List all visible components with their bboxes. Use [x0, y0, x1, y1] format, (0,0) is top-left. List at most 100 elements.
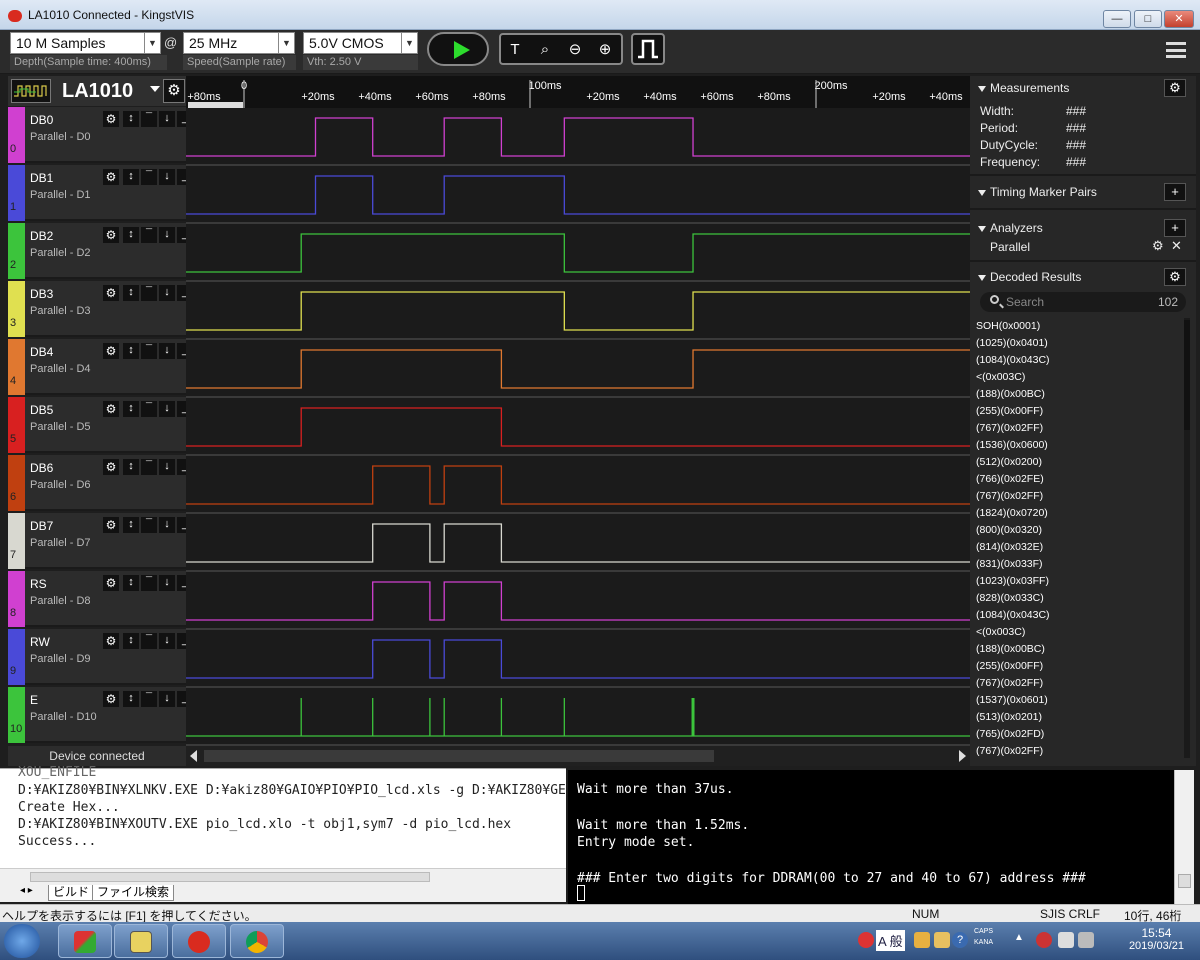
gear-icon[interactable]: ⚙: [103, 517, 119, 533]
decoded-result-item[interactable]: (767)(0x02FF): [976, 420, 1182, 437]
close-icon[interactable]: ✕: [1171, 238, 1182, 254]
edge-trigger-icon[interactable]: ↕: [123, 691, 139, 707]
decoded-result-item[interactable]: (767)(0x02FF): [976, 675, 1182, 692]
edge-trigger-icon[interactable]: ↕: [123, 169, 139, 185]
analyzers-header[interactable]: Analyzers +: [970, 216, 1196, 240]
taskbar-app-button[interactable]: [114, 924, 168, 958]
decoded-result-item[interactable]: (766)(0x02FE): [976, 471, 1182, 488]
console-scrollbar[interactable]: [0, 868, 566, 884]
channel-row-db0[interactable]: 0 DB0 Parallel - D0 ⚙ ↕ ¯ ↓ _: [8, 107, 193, 163]
high-trigger-icon[interactable]: ¯: [141, 285, 157, 301]
decoded-result-item[interactable]: <(0x003C): [976, 624, 1182, 641]
menu-icon[interactable]: [1166, 42, 1186, 58]
edge-trigger-icon[interactable]: ↕: [123, 517, 139, 533]
channel-name[interactable]: DB3: [30, 287, 53, 301]
channel-name[interactable]: RS: [30, 577, 47, 591]
decoded-result-item[interactable]: (765)(0x02FD): [976, 726, 1182, 743]
channel-name[interactable]: E: [30, 693, 38, 707]
decoded-result-item[interactable]: (814)(0x032E): [976, 539, 1182, 556]
gear-icon[interactable]: ⚙: [103, 111, 119, 127]
close-button[interactable]: ✕: [1164, 10, 1194, 28]
decoded-result-item[interactable]: (767)(0x02FF): [976, 743, 1182, 758]
decoded-result-item[interactable]: (1084)(0x043C): [976, 352, 1182, 369]
high-trigger-icon[interactable]: ¯: [141, 111, 157, 127]
falling-edge-icon[interactable]: ↓: [159, 285, 175, 301]
start-capture-button[interactable]: [427, 32, 489, 66]
tray-app-icon[interactable]: [934, 932, 950, 948]
channel-name[interactable]: DB1: [30, 171, 53, 185]
decoded-results-list[interactable]: SOH(0x0001) (1025)(0x0401) (1084)(0x043C) <…: [976, 318, 1182, 758]
gear-icon[interactable]: ⚙: [103, 227, 119, 243]
chevron-down-icon[interactable]: [150, 86, 160, 92]
voltage-dropdown[interactable]: 5.0V CMOS ▼: [303, 32, 418, 54]
channel-name[interactable]: DB6: [30, 461, 53, 475]
channel-name[interactable]: DB7: [30, 519, 53, 533]
gear-icon[interactable]: ⚙: [163, 79, 185, 103]
channel-row-db1[interactable]: 1 DB1 Parallel - D1 ⚙ ↕ ¯ ↓ _: [8, 165, 193, 221]
terminal-scrollbar[interactable]: [1174, 770, 1194, 906]
channel-name[interactable]: DB4: [30, 345, 53, 359]
scroll-left-icon[interactable]: [190, 750, 197, 762]
gear-icon[interactable]: ⚙: [103, 285, 119, 301]
waveform-canvas[interactable]: [186, 108, 970, 746]
text-tool-icon[interactable]: T: [504, 39, 526, 61]
gear-icon[interactable]: ⚙: [103, 169, 119, 185]
decoded-result-item[interactable]: (800)(0x0320): [976, 522, 1182, 539]
tab-file-search[interactable]: ファイル検索: [92, 885, 175, 901]
scroll-right-icon[interactable]: [959, 750, 966, 762]
gear-icon[interactable]: ⚙: [1164, 79, 1186, 97]
time-ruler[interactable]: +80ms0+20ms+40ms+60ms+80ms100ms+20ms+40m…: [186, 76, 970, 108]
add-icon[interactable]: +: [1164, 183, 1186, 201]
channel-row-db6[interactable]: 6 DB6 Parallel - D6 ⚙ ↕ ¯ ↓ _: [8, 455, 193, 511]
falling-edge-icon[interactable]: ↓: [159, 575, 175, 591]
network-icon[interactable]: [1078, 932, 1094, 948]
channel-name[interactable]: RW: [30, 635, 50, 649]
channel-row-db5[interactable]: 5 DB5 Parallel - D5 ⚙ ↕ ¯ ↓ _: [8, 397, 193, 453]
falling-edge-icon[interactable]: ↓: [159, 343, 175, 359]
clock[interactable]: 15:54 2019/03/21: [1129, 926, 1184, 952]
device-name[interactable]: LA1010: [62, 80, 133, 103]
falling-edge-icon[interactable]: ↓: [159, 227, 175, 243]
rate-dropdown[interactable]: 25 MHz ▼: [183, 32, 295, 54]
high-trigger-icon[interactable]: ¯: [141, 227, 157, 243]
zoom-out-icon[interactable]: ⊖: [564, 39, 586, 61]
scroll-thumb[interactable]: [1184, 320, 1190, 430]
minimize-button[interactable]: —: [1103, 10, 1131, 28]
gear-icon[interactable]: ⚙: [103, 575, 119, 591]
start-button[interactable]: [4, 924, 40, 958]
decoded-result-item[interactable]: (767)(0x02FF): [976, 488, 1182, 505]
edge-trigger-icon[interactable]: ↕: [123, 343, 139, 359]
falling-edge-icon[interactable]: ↓: [159, 459, 175, 475]
horizontal-scrollbar[interactable]: [186, 746, 970, 766]
falling-edge-icon[interactable]: ↓: [159, 633, 175, 649]
decoded-result-item[interactable]: (1824)(0x0720): [976, 505, 1182, 522]
zoom-in-icon[interactable]: ⊕: [594, 39, 616, 61]
gear-icon[interactable]: ⚙: [103, 459, 119, 475]
waveform-area[interactable]: +80ms0+20ms+40ms+60ms+80ms100ms+20ms+40m…: [186, 76, 970, 746]
volume-muted-icon[interactable]: [1036, 932, 1052, 948]
add-icon[interactable]: +: [1164, 219, 1186, 237]
edge-trigger-icon[interactable]: ↕: [123, 633, 139, 649]
channel-row-rs[interactable]: 8 RS Parallel - D8 ⚙ ↕ ¯ ↓ _: [8, 571, 193, 627]
channel-row-db7[interactable]: 7 DB7 Parallel - D7 ⚙ ↕ ¯ ↓ _: [8, 513, 193, 569]
taskbar-app-button[interactable]: [172, 924, 226, 958]
scroll-thumb[interactable]: [30, 872, 430, 882]
gear-icon[interactable]: ⚙: [103, 343, 119, 359]
measurements-header[interactable]: Measurements ⚙: [970, 76, 1196, 100]
analyzer-item[interactable]: Parallel: [990, 240, 1030, 254]
gear-icon[interactable]: ⚙: [1152, 238, 1164, 254]
edge-trigger-icon[interactable]: ↕: [123, 285, 139, 301]
falling-edge-icon[interactable]: ↓: [159, 401, 175, 417]
timing-header[interactable]: Timing Marker Pairs +: [970, 180, 1196, 204]
high-trigger-icon[interactable]: ¯: [141, 401, 157, 417]
search-input[interactable]: Search 102: [980, 292, 1186, 312]
channel-row-e[interactable]: 10 E Parallel - D10 ⚙ ↕ ¯ ↓ _: [8, 687, 193, 743]
taskbar-app-button[interactable]: [58, 924, 112, 958]
edge-trigger-icon[interactable]: ↕: [123, 401, 139, 417]
edge-trigger-icon[interactable]: ↕: [123, 227, 139, 243]
tab-nav-icon[interactable]: ◂ ▸: [20, 885, 33, 896]
channel-name[interactable]: DB5: [30, 403, 53, 417]
scroll-thumb[interactable]: [1178, 874, 1191, 888]
edge-trigger-icon[interactable]: ↕: [123, 111, 139, 127]
high-trigger-icon[interactable]: ¯: [141, 633, 157, 649]
